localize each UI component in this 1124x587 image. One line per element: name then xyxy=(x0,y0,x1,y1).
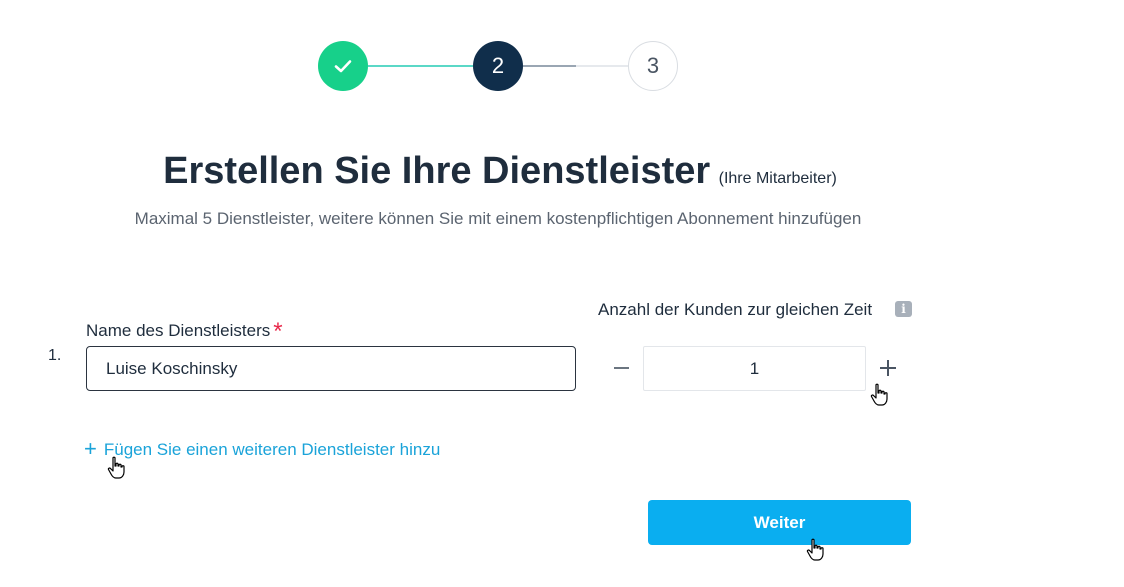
increment-button[interactable] xyxy=(874,354,902,382)
stepper-step-label: 2 xyxy=(491,53,505,78)
add-service-provider-link[interactable]: + Fügen Sie einen weiteren Dienstleister … xyxy=(84,435,440,461)
stepper-step-3-upcoming: 3 xyxy=(628,41,678,91)
page-title: Erstellen Sie Ihre Dienstleister xyxy=(163,150,711,192)
stepper-connector-completed xyxy=(368,65,473,67)
plus-icon: + xyxy=(84,436,97,461)
stepper-connector-upcoming xyxy=(576,65,628,67)
page-subtitle: Maximal 5 Dienstleister, weitere können … xyxy=(134,209,862,228)
name-label-text: Name des Dienstleisters xyxy=(86,321,271,340)
name-input[interactable] xyxy=(86,346,576,391)
page-title-row: Erstellen Sie Ihre Dienstleister (Ihre M… xyxy=(0,150,1000,193)
stepper-step-2-active: 2 xyxy=(473,41,523,91)
page-title-suffix: (Ihre Mitarbeiter) xyxy=(718,170,837,187)
next-button[interactable]: Weiter xyxy=(648,500,911,545)
hand-cursor-icon xyxy=(806,538,824,561)
add-link-label: Fügen Sie einen weiteren Dienstleister h… xyxy=(103,440,441,459)
page: 2 3 Erstellen Sie Ihre Dienstleister (Ih… xyxy=(0,0,1124,587)
info-icon[interactable]: i xyxy=(895,301,912,317)
hand-cursor-icon xyxy=(107,456,125,479)
stepper-step-label: 3 xyxy=(646,53,660,78)
stepper-step-1-completed xyxy=(318,41,368,91)
count-input[interactable] xyxy=(643,346,866,391)
name-field-label: Name des Dienstleisters * xyxy=(86,315,283,345)
decrement-button[interactable] xyxy=(607,354,635,382)
count-field-label: Anzahl der Kunden zur gleichen Zeit xyxy=(598,300,873,319)
check-icon xyxy=(334,60,352,73)
row-index: 1. xyxy=(48,347,62,364)
stepper-connector-active xyxy=(523,65,576,67)
required-marker: * xyxy=(273,318,283,345)
hand-cursor-icon xyxy=(870,383,888,406)
minus-icon xyxy=(613,367,629,369)
